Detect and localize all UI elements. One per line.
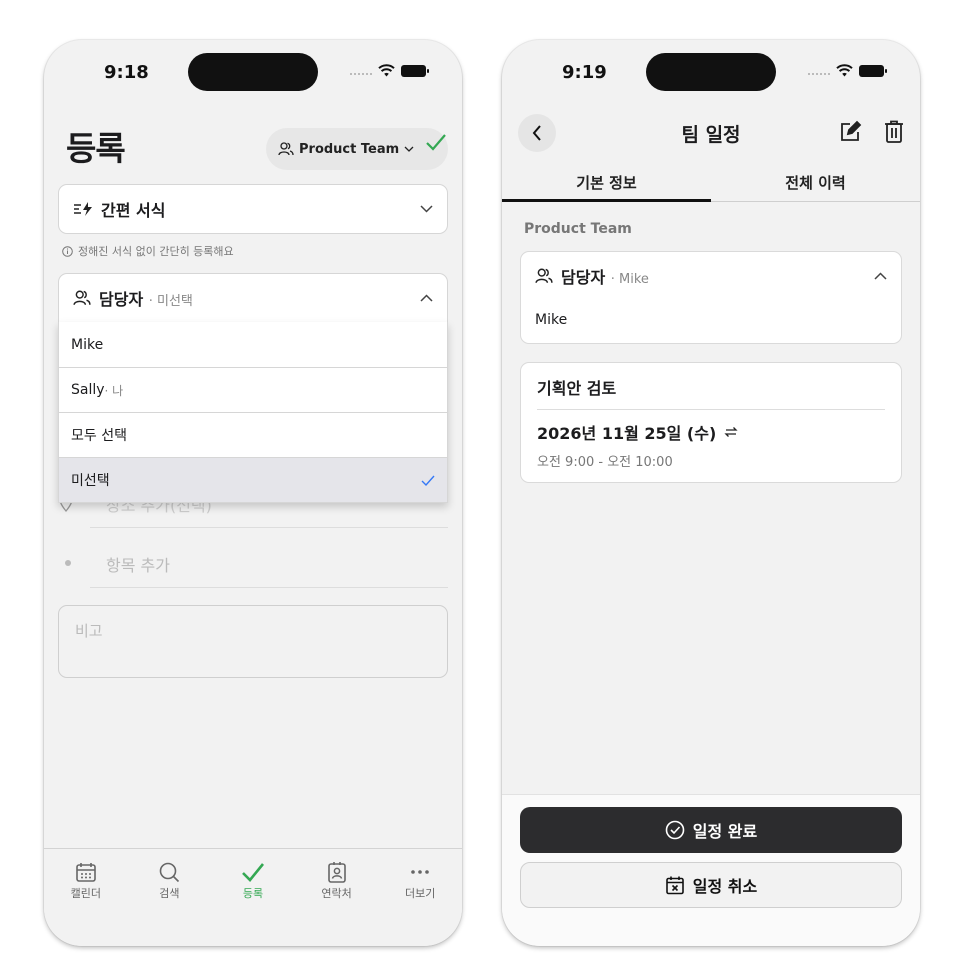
bullet-icon — [64, 559, 72, 567]
option-label: Sally — [71, 382, 105, 398]
action-panel: 일정 완료 일정 취소 — [502, 794, 920, 946]
quick-format-icon — [73, 202, 93, 216]
status-icons — [350, 64, 429, 77]
chevron-up-icon — [874, 272, 887, 280]
assignee-label: 담당자 · 미선택 — [99, 286, 412, 310]
quick-format-label: 간편 서식 — [101, 201, 166, 220]
assignee-dropdown: Mike Sally · 나 모두 선택 미선택 — [58, 322, 448, 503]
calendar-icon — [75, 861, 97, 883]
complete-event-button[interactable]: 일정 완료 — [520, 807, 902, 853]
team-selector[interactable]: Product Team — [266, 128, 448, 170]
event-title: 기획안 검토 — [537, 375, 885, 410]
people-icon — [535, 268, 553, 284]
wifi-icon — [378, 64, 395, 77]
calendar-x-icon — [665, 875, 685, 895]
note-placeholder: 비고 — [75, 622, 103, 640]
event-time: 오전 9:00 - 오전 10:00 — [537, 455, 673, 470]
info-icon — [62, 245, 73, 257]
cancel-label: 일정 취소 — [692, 877, 758, 896]
confirm-check-icon[interactable] — [424, 132, 448, 152]
option-label: 모두 선택 — [71, 428, 127, 444]
dropdown-option-sally[interactable]: Sally · 나 — [59, 367, 447, 412]
dropdown-option-select-all[interactable]: 모두 선택 — [59, 412, 447, 457]
quick-format-hint: 정해진 서식 없이 간단히 등록해요 — [62, 243, 234, 259]
assignee-current: · Mike — [610, 272, 649, 287]
signal-icon — [350, 71, 372, 75]
cancel-event-button[interactable]: 일정 취소 — [520, 862, 902, 908]
check-circle-icon — [665, 820, 685, 840]
search-icon — [158, 861, 180, 883]
battery-icon — [859, 64, 887, 77]
assignee-card: 담당자 · Mike Mike — [520, 251, 902, 344]
repeat-icon — [724, 426, 738, 438]
status-time: 9:18 — [104, 62, 149, 83]
checkmark-icon — [421, 475, 435, 486]
tab-label: 검색 — [159, 887, 180, 900]
assignee-label: 담당자 · Mike — [561, 264, 866, 288]
edit-icon[interactable] — [838, 120, 862, 144]
chevron-down-icon — [404, 146, 414, 153]
status-icons — [808, 64, 887, 77]
check-icon — [241, 861, 265, 883]
more-dots-icon — [409, 861, 431, 883]
battery-icon — [401, 64, 429, 77]
team-chip-label: Product Team — [299, 141, 400, 157]
option-sub: · 나 — [104, 383, 124, 398]
complete-label: 일정 완료 — [692, 822, 758, 841]
assignee-value: Mike — [535, 312, 568, 328]
dropdown-option-unselected[interactable]: 미선택 — [59, 457, 447, 502]
tab-label: 더보기 — [404, 887, 436, 900]
option-label: 미선택 — [71, 473, 110, 489]
tab-label: 연락처 — [321, 887, 352, 900]
assignee-title: 담당자 — [99, 290, 144, 309]
event-date-row: 2026년 11월 25일 (수) — [537, 420, 885, 444]
assignee-title: 담당자 — [561, 268, 606, 287]
right-phone-screen: 9:19 팀 일정 기본 정보 전체 이력 Product Team 담당자 ·… — [502, 40, 920, 946]
chevron-down-icon — [420, 205, 433, 213]
tab-label: 캘린더 — [70, 887, 101, 900]
wifi-icon — [836, 64, 853, 77]
assignee-card-header[interactable]: 담당자 · Mike — [521, 252, 901, 300]
note-input[interactable]: 비고 — [58, 605, 448, 678]
dropdown-option-mike[interactable]: Mike — [59, 322, 447, 367]
detail-tabs: 기본 정보 전체 이력 — [502, 166, 920, 202]
option-label: Mike — [71, 336, 104, 353]
add-item-placeholder: 항목 추가 — [106, 555, 170, 575]
assignee-select[interactable]: 담당자 · 미선택 — [58, 273, 448, 323]
quick-format-select[interactable]: 간편 서식 — [58, 184, 448, 234]
tab-register[interactable]: 등록 — [211, 861, 295, 946]
add-item-field[interactable]: 항목 추가 — [90, 540, 448, 588]
page-title: 등록 — [66, 129, 126, 168]
tab-contacts[interactable]: 연락처 — [295, 861, 379, 946]
dynamic-island — [188, 53, 318, 91]
tab-calendar[interactable]: 캘린더 — [44, 861, 128, 946]
people-icon — [73, 290, 91, 306]
event-date: 2026년 11월 25일 (수) — [537, 424, 717, 443]
tab-basic-info[interactable]: 기본 정보 — [502, 166, 711, 202]
event-card: 기획안 검토 2026년 11월 25일 (수) 오전 9:00 - 오전 10… — [520, 362, 902, 483]
team-label: Product Team — [524, 221, 632, 237]
contact-card-icon — [326, 861, 348, 883]
signal-icon — [808, 71, 830, 75]
people-icon — [278, 142, 294, 156]
tab-search[interactable]: 검색 — [128, 861, 212, 946]
hint-text: 정해진 서식 없이 간단히 등록해요 — [78, 245, 234, 258]
left-phone-screen: 9:18 등록 Product Team 간편 서식 정해진 서식 없이 간단히… — [44, 40, 462, 946]
status-time: 9:19 — [562, 62, 607, 83]
trash-icon[interactable] — [884, 120, 904, 144]
tab-more[interactable]: 더보기 — [378, 861, 462, 946]
tab-label: 등록 — [242, 887, 264, 900]
tab-bar: 캘린더 검색 등록 연락처 더보기 — [44, 848, 462, 946]
assignee-current: · 미선택 — [148, 294, 193, 309]
chevron-up-icon — [420, 294, 433, 302]
tab-full-history[interactable]: 전체 이력 — [711, 166, 920, 201]
dynamic-island — [646, 53, 776, 91]
